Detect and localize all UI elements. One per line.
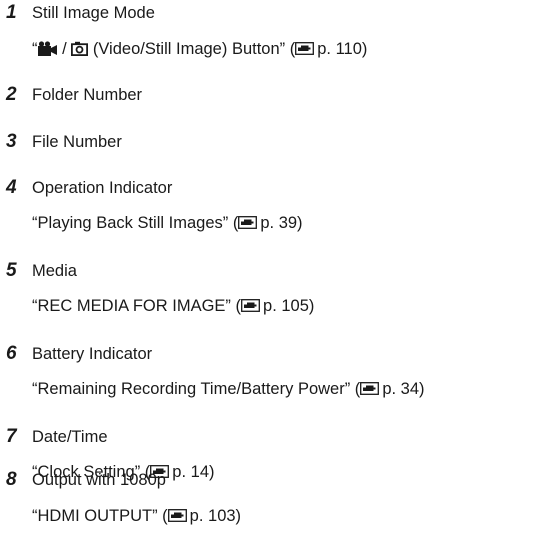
item-number: 8 <box>6 469 17 490</box>
page-reference[interactable]: “Remaining Recording Time/Battery Power”… <box>32 378 425 401</box>
paren-open: ( <box>157 507 168 525</box>
page-reference-icon <box>238 213 258 235</box>
paren-close: ) <box>235 507 242 525</box>
paren-open: ( <box>285 40 296 58</box>
item-title: File Number <box>32 133 122 151</box>
reference-title: “Playing Back Still Images” <box>32 214 229 232</box>
page-number: p. 34 <box>382 380 420 398</box>
item-title: Operation Indicator <box>32 179 173 197</box>
page-reference-icon <box>167 506 187 528</box>
item-title: Output with 1080p <box>32 471 166 489</box>
reference-title: (Video/Still Image) Button” <box>88 40 286 58</box>
item-number: 5 <box>6 260 17 281</box>
page-reference[interactable]: “HDMI OUTPUT” ( p. 103) <box>32 505 241 528</box>
item-number: 3 <box>6 131 17 152</box>
paren-close: ) <box>209 463 215 481</box>
still-camera-icon <box>71 40 89 62</box>
reference-title: “Remaining Recording Time/Battery Power” <box>32 380 351 398</box>
page-reference-icon <box>295 39 315 61</box>
icon-separator: / <box>57 40 72 58</box>
paren-close: ) <box>308 297 315 315</box>
reference-title: “REC MEDIA FOR IMAGE” <box>32 297 231 315</box>
item-title: Media <box>32 262 77 280</box>
paren-close: ) <box>419 380 425 398</box>
page-number: p. 110 <box>317 40 362 58</box>
item-number: 4 <box>6 177 17 198</box>
page-reference[interactable]: “ / (Video/Still Image) Button” (p. 110) <box>32 38 367 62</box>
item-title: Date/Time <box>32 428 108 446</box>
item-number: 6 <box>6 343 17 364</box>
page-reference-icon <box>241 296 260 318</box>
paren-open: ( <box>230 297 242 315</box>
page-number: p. 105 <box>263 297 309 315</box>
item-title: Still Image Mode <box>32 4 155 22</box>
item-title: Battery Indicator <box>32 345 153 363</box>
item-title: Folder Number <box>32 86 143 104</box>
reference-title: “HDMI OUTPUT” <box>32 507 158 525</box>
item-number: 1 <box>6 2 17 23</box>
paren-close: ) <box>361 40 368 58</box>
item-number: 2 <box>6 84 17 105</box>
paren-open: ( <box>350 380 361 398</box>
page-number: p. 103 <box>189 507 236 525</box>
page-number: p. 14 <box>172 463 209 481</box>
paren-close: ) <box>297 214 303 232</box>
page-number: p. 39 <box>260 214 298 232</box>
page-reference-icon <box>360 379 380 401</box>
video-camera-icon <box>37 40 58 62</box>
page-reference[interactable]: “REC MEDIA FOR IMAGE” ( p. 105) <box>32 295 314 318</box>
page-reference[interactable]: “Playing Back Still Images” ( p. 39) <box>32 212 303 235</box>
paren-open: ( <box>228 214 239 232</box>
item-number: 7 <box>6 426 17 447</box>
